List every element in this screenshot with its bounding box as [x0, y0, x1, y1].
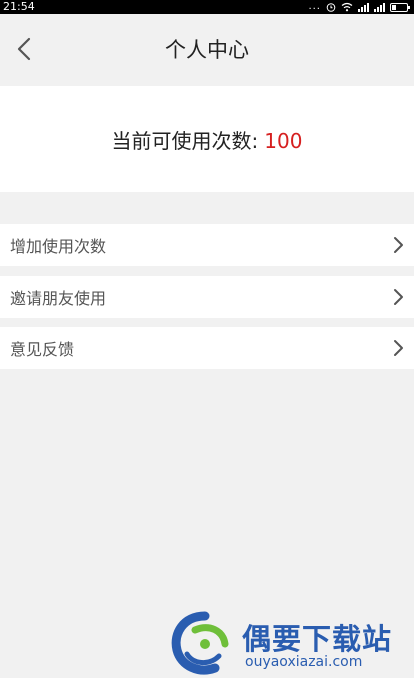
wifi-icon [341, 2, 353, 12]
menu-item-label: 邀请朋友使用 [10, 289, 107, 308]
nav-bar: 个人中心 [0, 14, 414, 86]
battery-icon [390, 2, 410, 12]
chevron-right-icon [394, 289, 403, 305]
usage-text: 当前可使用次数: 100 [112, 125, 303, 154]
watermark-url: ouyaoxiazai.com [245, 654, 363, 670]
signal-icon [358, 2, 369, 12]
watermark-title: 偶要下载站 [242, 622, 393, 656]
watermark: 偶要下载站 ouyaoxiazai.com [165, 610, 414, 678]
notification-dots: ... [308, 1, 321, 12]
chevron-right-icon [394, 237, 403, 253]
menu-item-label: 增加使用次数 [10, 237, 107, 256]
menu-item-add-usage[interactable]: 增加使用次数 [0, 224, 414, 266]
signal-icon-2 [374, 2, 385, 12]
alarm-icon [326, 3, 336, 12]
menu-item-feedback[interactable]: 意见反馈 [0, 327, 414, 369]
chevron-right-icon [394, 340, 403, 356]
menu-item-invite-friends[interactable]: 邀请朋友使用 [0, 276, 414, 318]
usage-label: 当前可使用次数: [111, 128, 259, 153]
menu-item-label: 意见反馈 [10, 340, 75, 359]
usage-count: 100 [264, 128, 303, 153]
battery-fill [392, 4, 396, 10]
status-bar: 21:54 ... [0, 0, 414, 14]
status-time: 21:54 [3, 0, 35, 13]
site-logo-icon [171, 611, 229, 675]
usage-panel: 当前可使用次数: 100 [0, 86, 414, 192]
status-icons: ... [308, 0, 410, 14]
page-title: 个人中心 [165, 38, 249, 62]
